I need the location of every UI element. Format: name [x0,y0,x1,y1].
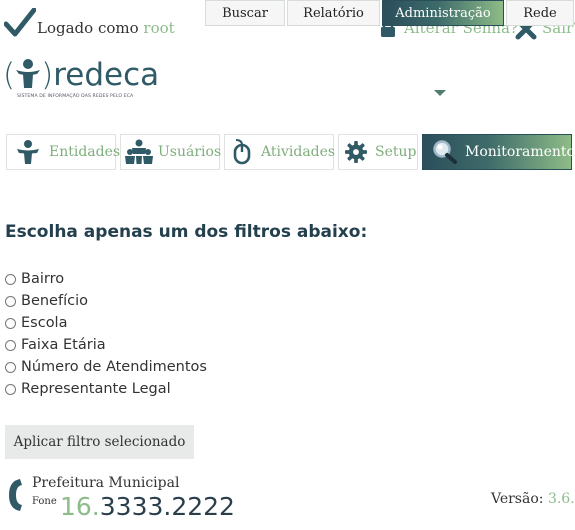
apply-filter-button[interactable]: Aplicar filtro selecionado [5,425,194,459]
entities-icon [17,140,39,164]
filter-heading: Escolha apenas um dos filtros abaixo: [5,222,368,242]
logged-user: root [143,19,175,37]
version-number: 3.6.0 [547,491,575,507]
filter-options: Bairro Benefício Escola Faixa Etária Núm… [5,268,207,400]
tab-atividades-label: Atividades [261,144,336,160]
logo-wordmark: ( )redeca [3,58,159,92]
nav-buscar[interactable]: Buscar [205,0,285,26]
nav-relatorio[interactable]: Relatório [287,0,380,26]
version-label: Versão: [491,491,544,507]
tab-usuarios[interactable]: Usuários [120,134,222,170]
logged-prefix: Logado como [37,19,139,37]
tab-monitoramento-label: Monitoramento [465,144,575,160]
version-info: Versão: 3.6.0 [491,491,575,507]
logo-subtitle: SISTEMA DE INFORMAÇÃO DAS REDES PELO ECA [17,94,134,99]
filter-option-label: Benefício [21,293,88,309]
users-icon [125,139,153,164]
nav-rede[interactable]: Rede [506,0,574,26]
phone-number: 16.3333.2222 [60,492,235,521]
logo-name: redeca [53,57,160,93]
filter-option-label: Bairro [21,271,65,287]
magnifier-icon [433,140,457,164]
active-nav-indicator [434,90,446,96]
filter-option-bairro[interactable]: Bairro [5,268,207,290]
filter-option-representante-legal[interactable]: Representante Legal [5,378,207,400]
logo-open-paren: ( [3,57,16,93]
filter-radio[interactable] [5,317,16,329]
phone-icon [9,479,22,511]
phone-digits: 3333.2222 [99,492,235,521]
tab-setup[interactable]: Setup [338,134,418,170]
filter-option-faixa-etaria[interactable]: Faixa Etária [5,334,207,356]
phone-label: Fone [32,496,57,507]
nav-administracao[interactable]: Administração [382,0,504,26]
filter-option-label: Escola [21,315,68,331]
gear-icon [345,141,367,163]
phone-area-code: 16. [60,492,100,521]
app-logo[interactable]: ( )redeca SISTEMA DE INFORMAÇÃO DAS REDE… [3,58,173,106]
filter-radio[interactable] [5,361,16,373]
check-icon [4,8,36,37]
tab-monitoramento[interactable]: Monitoramento [422,134,575,170]
tab-setup-label: Setup [375,144,417,160]
filter-radio[interactable] [5,339,16,351]
filter-option-escola[interactable]: Escola [5,312,207,334]
tab-usuarios-label: Usuários [158,144,222,160]
filter-radio[interactable] [5,295,16,307]
logo-close-paren: ) [41,57,54,93]
tab-atividades[interactable]: Atividades [224,134,336,170]
city-hall-label: Prefeitura Municipal [32,475,180,491]
logged-in-status: Logado como root [37,19,175,37]
person-icon [16,59,41,88]
filter-option-beneficio[interactable]: Benefício [5,290,207,312]
filter-option-label: Faixa Etária [21,337,106,353]
filter-radio[interactable] [5,273,16,285]
tab-entidades[interactable]: Entidades [6,134,120,170]
filter-option-label: Representante Legal [21,381,171,397]
tab-entidades-label: Entidades [49,144,121,160]
filter-option-label: Número de Atendimentos [21,359,207,375]
filter-radio[interactable] [5,383,16,395]
filter-option-numero-atendimentos[interactable]: Número de Atendimentos [5,356,207,378]
mouse-icon [233,139,251,165]
